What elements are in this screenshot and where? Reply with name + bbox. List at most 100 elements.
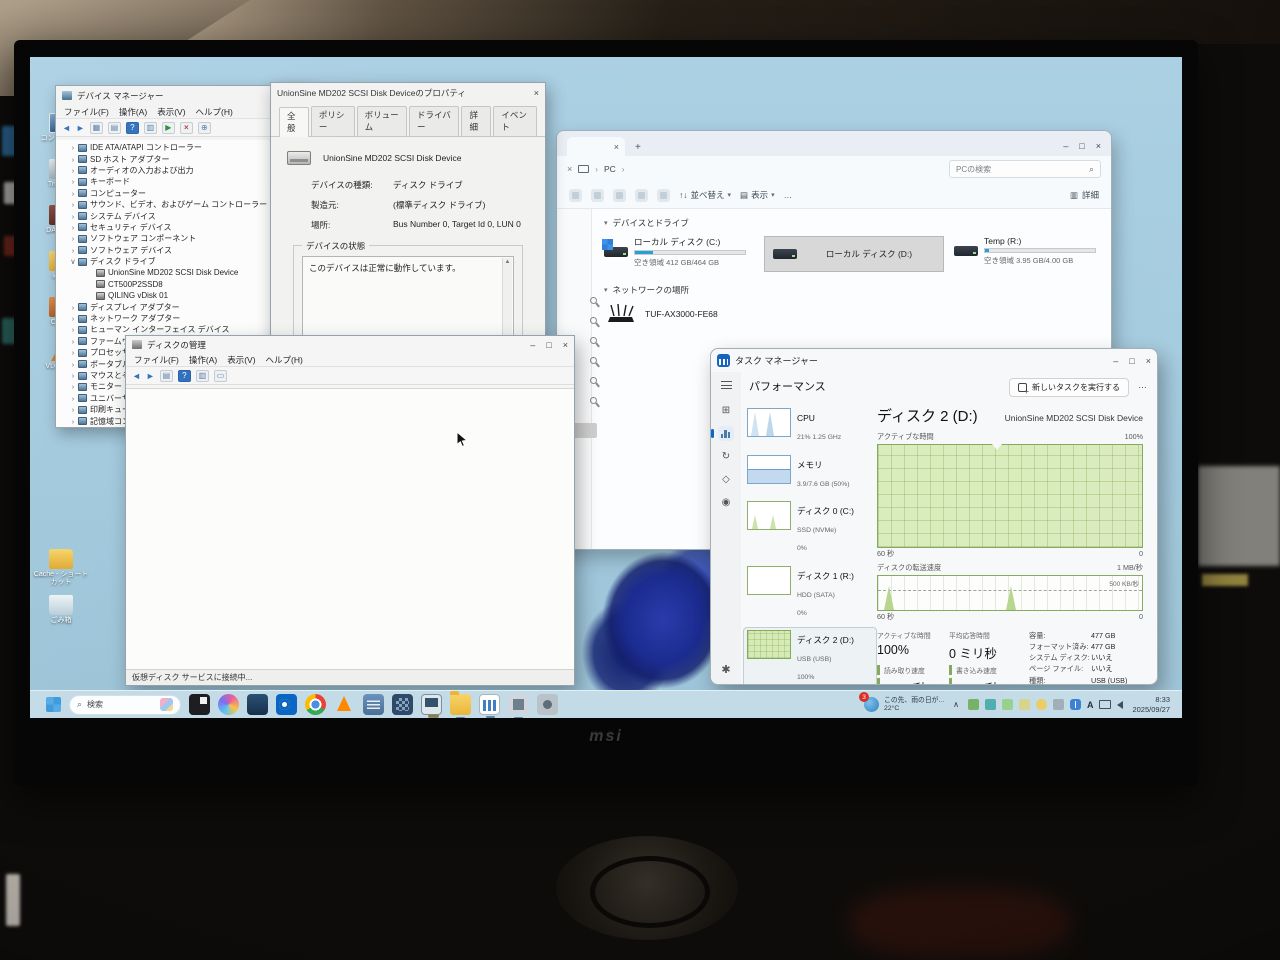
properties-icon[interactable]: ▤ [108,122,121,134]
tree-chevron-icon[interactable]: › [69,371,77,380]
close-button[interactable]: × [563,340,568,350]
tree-chevron-icon[interactable]: › [69,234,77,243]
tree-chevron-icon[interactable]: › [69,166,77,175]
delete-icon[interactable] [657,189,670,202]
explorer-tab[interactable]: × [567,137,625,156]
vlc-icon[interactable] [334,694,355,715]
close-button[interactable]: × [534,88,539,98]
tree-chevron-icon[interactable]: › [69,417,77,426]
desktop-icon-cache-shortcut[interactable]: Cache - ショートカット [32,549,90,593]
devices-icon[interactable]: ▥ [144,122,157,134]
back-icon[interactable]: ◄ [132,371,141,381]
taskbar-app-icon[interactable] [189,694,210,715]
tree-chevron-icon[interactable]: ∨ [69,257,77,266]
tray-icon[interactable] [968,699,979,710]
details-pane-button[interactable]: ▥ 詳細 [1070,189,1099,201]
usb-icon[interactable] [1053,699,1064,710]
network-device[interactable]: TUF-AX3000-FE68 [606,303,1099,325]
menu-item[interactable]: 表示(V) [157,106,185,118]
display-icon[interactable] [1099,700,1111,709]
tray-icon[interactable] [985,699,996,710]
menu-item[interactable]: ファイル(F) [64,106,109,118]
dialog-tab[interactable]: 詳細 [461,106,491,136]
task-manager-titlebar[interactable]: タスク マネージャー – □ × [711,349,1157,372]
weather-widget[interactable]: 3 この先、雨の日が... 22°C [864,697,944,713]
scrollbar[interactable]: ▲▼ [502,258,512,342]
tree-chevron-icon[interactable]: › [69,223,77,232]
dialog-tab[interactable]: ボリューム [357,106,407,136]
more-options-button[interactable]: … [1138,380,1147,390]
close-button[interactable]: × [1096,141,1101,151]
minimize-button[interactable]: – [530,340,535,350]
menu-item[interactable]: ヘルプ(H) [196,106,233,118]
show-icon[interactable]: ▦ [90,122,103,134]
section-network-locations[interactable]: ▾ネットワークの場所 [604,284,1099,296]
minimize-button[interactable]: – [1113,356,1118,366]
copy-icon[interactable] [613,189,626,202]
breadcrumb[interactable]: PC [604,164,616,174]
notepad-icon[interactable] [363,694,384,715]
calculator-icon[interactable] [392,694,413,715]
cut-icon[interactable] [591,189,604,202]
briefcase-app-icon[interactable] [247,694,268,715]
tray-icon[interactable] [1002,699,1013,710]
tray-smiley-icon[interactable] [1036,699,1047,710]
outlook-icon[interactable] [276,694,297,715]
help-icon[interactable]: ? [126,122,139,134]
settings-gear-icon[interactable]: ✱ [721,663,730,676]
tree-chevron-icon[interactable]: › [69,155,77,164]
clear-icon[interactable]: × [567,164,572,174]
back-icon[interactable]: ◄ [62,123,71,133]
uninstall-icon[interactable]: × [180,122,193,134]
tree-chevron-icon[interactable]: › [69,348,77,357]
list-icon[interactable]: ▤ [160,370,173,382]
perf-card-cpu[interactable]: CPU 21% 1.25 GHz [743,405,877,447]
perf-card-disk1[interactable]: ディスク 1 (R:) HDD (SATA) 0% [743,563,877,623]
minimize-button[interactable]: – [1063,141,1068,151]
graph-view-icon[interactable]: ▥ [196,370,209,382]
task-manager-icon[interactable] [479,694,500,715]
tray-overflow-icon[interactable]: ∧ [953,700,959,709]
close-button[interactable]: × [1146,356,1151,366]
tree-chevron-icon[interactable]: › [69,337,77,346]
tree-chevron-icon[interactable]: › [69,314,77,323]
tree-chevron-icon[interactable]: › [69,177,77,186]
menu-item[interactable]: 操作(A) [119,106,147,118]
tree-chevron-icon[interactable]: › [69,360,77,369]
processes-icon[interactable]: ⊞ [718,403,734,418]
menu-item[interactable]: 表示(V) [227,354,255,366]
file-explorer-icon[interactable] [450,694,471,715]
menu-item[interactable]: 操作(A) [189,354,217,366]
tree-chevron-icon[interactable]: › [69,325,77,334]
drive-r[interactable]: Temp (R:) 空き領域 3.95 GB/4.00 GB [954,236,1099,266]
maximize-button[interactable]: □ [1079,141,1084,151]
forward-icon[interactable]: ► [76,123,85,133]
update-icon[interactable]: ⊕ [198,122,211,134]
tree-chevron-icon[interactable]: › [69,394,77,403]
app-history-icon[interactable]: ↻ [718,449,734,464]
drive-d-selected[interactable]: ローカル ディスク (D:) [764,236,944,272]
desktop-icon-recycle-bin[interactable]: ごみ箱 [32,595,90,639]
tree-chevron-icon[interactable]: › [69,303,77,312]
bluetooth-icon[interactable] [1070,699,1081,710]
drive-c[interactable]: ローカル ディスク (C:) 空き領域 412 GB/464 GB [604,236,754,268]
performance-icon[interactable] [718,426,734,441]
run-new-task-button[interactable]: 新しいタスクを実行する [1009,378,1129,397]
dialog-titlebar[interactable]: UnionSine MD202 SCSI Disk Deviceのプロパティ × [271,83,545,103]
copilot-icon[interactable] [218,694,239,715]
taskbar-clock[interactable]: 8:33 2025/09/27 [1132,695,1170,715]
start-button[interactable] [46,697,61,712]
dialog-tab[interactable]: イベント [493,106,537,136]
maximize-button[interactable]: □ [546,340,551,350]
menu-item[interactable]: ファイル(F) [134,354,179,366]
tab-close-icon[interactable]: × [614,142,619,152]
chrome-icon[interactable] [305,694,326,715]
menu-icon[interactable] [721,381,732,389]
perf-card-disk2[interactable]: ディスク 2 (D:) USB (USB) 100% [743,627,877,685]
maximize-button[interactable]: □ [1129,356,1134,366]
help-icon[interactable]: ? [178,370,191,382]
new-tab-icon[interactable]: + [635,142,641,153]
dialog-tab[interactable]: ドライバー [409,106,459,136]
tree-chevron-icon[interactable]: › [69,143,77,152]
rename-icon[interactable] [635,189,648,202]
